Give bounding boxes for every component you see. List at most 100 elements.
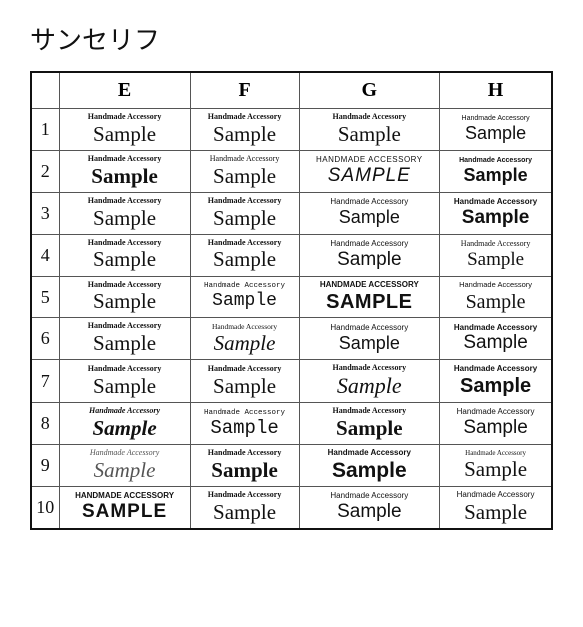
table-row: 9 Handmade Accessory Sample Handmade Acc…	[31, 445, 552, 487]
cell-small: Handmade Accessory	[457, 491, 535, 500]
cell-small: Handmade Accessory	[330, 324, 408, 333]
cell-small: Handmade Accessory	[208, 491, 282, 500]
cell-small: Handmade Accessory	[89, 407, 160, 416]
cell-large: Sample	[464, 458, 527, 481]
cell-5-g: HANDMADE ACCESSORY SAMPLE	[299, 276, 440, 318]
cell-large: Sample	[94, 459, 156, 482]
cell-large: Sample	[213, 501, 276, 524]
cell-large: Sample	[463, 333, 527, 354]
table-row: 2 Handmade Accessory Sample Handmade Acc…	[31, 150, 552, 192]
col-header-f: F	[190, 72, 299, 109]
cell-large: Sample	[338, 123, 401, 146]
cell-8-h: Handmade Accessory Sample	[440, 403, 552, 445]
cell-small: Handmade Accessory	[88, 113, 162, 122]
cell-large: Sample	[93, 375, 156, 398]
cell-5-e: Handmade Accessory Sample	[59, 276, 190, 318]
table-row: 10 HANDMADE ACCESSORY SAMPLE Handmade Ac…	[31, 487, 552, 529]
cell-9-h: Handmade Accessory Sample	[440, 445, 552, 487]
cell-small: Handmade Accessory	[208, 197, 282, 206]
cell-large: Sample	[213, 248, 276, 271]
cell-large: Sample	[464, 501, 527, 524]
cell-large: Sample	[213, 375, 276, 398]
cell-9-f: Handmade Accessory Sample	[190, 445, 299, 487]
cell-large: Sample	[336, 417, 403, 440]
cell-7-g: Handmade Accessory Sample	[299, 360, 440, 403]
cell-large: Sample	[337, 374, 402, 398]
cell-large: Sample	[93, 290, 156, 313]
cell-small: Handmade Accessory	[88, 365, 162, 374]
cell-large: Sample	[213, 165, 276, 188]
table-row: 7 Handmade Accessory Sample Handmade Acc…	[31, 360, 552, 403]
cell-large: Sample	[91, 165, 158, 188]
cell-2-e: Handmade Accessory Sample	[59, 150, 190, 192]
cell-small: Handmade Accessory	[330, 492, 408, 501]
cell-small: Handmade Accessory	[204, 282, 285, 290]
cell-2-g: HANDMADE ACCESSORY SAMPLE	[299, 150, 440, 192]
cell-large: Sample	[339, 208, 400, 228]
table-row: 3 Handmade Accessory Sample Handmade Acc…	[31, 192, 552, 234]
cell-7-e: Handmade Accessory Sample	[59, 360, 190, 403]
page-title: サンセリフ	[30, 20, 553, 57]
cell-9-e: Handmade Accessory Sample	[59, 445, 190, 487]
cell-large: SAMPLE	[328, 166, 411, 187]
cell-small: Handmade Accessory	[212, 323, 277, 331]
cell-8-g: Handmade Accessory Sample	[299, 403, 440, 445]
cell-3-e: Handmade Accessory Sample	[59, 192, 190, 234]
row-num-9: 9	[31, 445, 59, 487]
cell-small: Handmade Accessory	[459, 281, 532, 289]
cell-small: Handmade Accessory	[208, 449, 282, 458]
cell-1-g: Handmade Accessory Sample	[299, 109, 440, 151]
cell-small: Handmade Accessory	[462, 115, 530, 123]
cell-small: Handmade Accessory	[204, 409, 285, 417]
cell-8-e: Handmade Accessory Sample	[59, 403, 190, 445]
cell-2-f: Handmade Accessory Sample	[190, 150, 299, 192]
cell-10-h: Handmade Accessory Sample	[440, 487, 552, 529]
cell-small: Handmade Accessory	[454, 324, 537, 333]
cell-9-g: Handmade Accessory Sample	[299, 445, 440, 487]
cell-large: Sample	[93, 123, 156, 146]
table-row: 4 Handmade Accessory Sample Handmade Acc…	[31, 234, 552, 276]
cell-large: Sample	[92, 417, 156, 440]
row-num-7: 7	[31, 360, 59, 403]
cell-5-f: Handmade Accessory Sample	[190, 276, 299, 318]
cell-3-g: Handmade Accessory Sample	[299, 192, 440, 234]
cell-small: Handmade Accessory	[88, 281, 162, 290]
cell-small: Handmade Accessory	[454, 198, 537, 207]
cell-small: Handmade Accessory	[454, 365, 537, 374]
cell-1-f: Handmade Accessory Sample	[190, 109, 299, 151]
cell-large: Sample	[466, 291, 526, 313]
cell-5-h: Handmade Accessory Sample	[440, 276, 552, 318]
cell-large: Sample	[212, 292, 277, 312]
cell-small: Handmade Accessory	[457, 408, 535, 417]
cell-6-h: Handmade Accessory Sample	[440, 318, 552, 360]
cell-7-f: Handmade Accessory Sample	[190, 360, 299, 403]
row-num-2: 2	[31, 150, 59, 192]
cell-small: Handmade Accessory	[330, 240, 408, 249]
cell-3-f: Handmade Accessory Sample	[190, 192, 299, 234]
cell-small: Handmade Accessory	[465, 450, 526, 458]
row-num-3: 3	[31, 192, 59, 234]
font-table: E F G H 1 Handmade Accessory Sample Hand…	[30, 71, 553, 530]
cell-8-f: Handmade Accessory Sample	[190, 403, 299, 445]
cell-6-f: Handmade Accessory Sample	[190, 318, 299, 360]
cell-large: Sample	[211, 459, 278, 482]
cell-large: Sample	[339, 334, 400, 354]
header-empty	[31, 72, 59, 109]
cell-3-h: Handmade Accessory Sample	[440, 192, 552, 234]
cell-large: Sample	[460, 375, 531, 397]
table-row: 8 Handmade Accessory Sample Handmade Acc…	[31, 403, 552, 445]
cell-large: Sample	[467, 250, 524, 271]
cell-large: Sample	[464, 166, 528, 186]
cell-small: Handmade Accessory	[459, 157, 532, 165]
cell-small: Handmade Accessory	[333, 407, 407, 416]
cell-small: HANDMADE ACCESSORY	[316, 156, 423, 165]
table-row: 5 Handmade Accessory Sample Handmade Acc…	[31, 276, 552, 318]
cell-small: Handmade Accessory	[88, 239, 162, 248]
row-num-8: 8	[31, 403, 59, 445]
cell-large: Sample	[213, 207, 276, 230]
cell-small: Handmade Accessory	[208, 239, 282, 248]
cell-small: Handmade Accessory	[333, 364, 407, 373]
cell-large: Sample	[213, 123, 276, 146]
cell-large: Sample	[214, 332, 276, 355]
cell-large: Sample	[465, 124, 526, 144]
